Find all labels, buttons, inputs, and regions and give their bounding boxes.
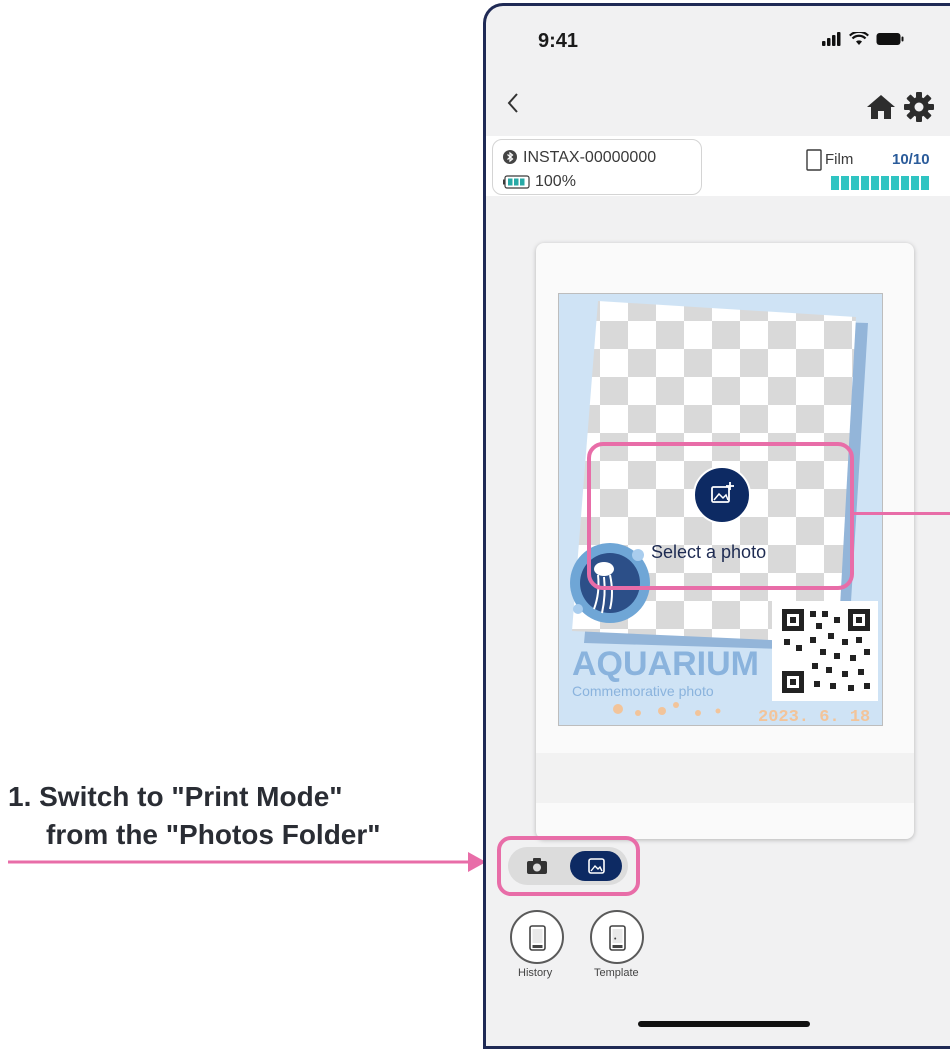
template-label: Template: [594, 967, 639, 979]
film-count: 10/10: [892, 151, 930, 168]
printer-connection-box[interactable]: INSTAX-00000000 100%: [492, 139, 702, 195]
instruction-line-2: from the "Photos Folder": [46, 819, 381, 850]
home-indicator: [638, 1021, 810, 1027]
status-icons: [822, 32, 904, 46]
highlight-connector-line: [854, 512, 950, 515]
film-label: Film: [825, 151, 854, 168]
phone-icon: [529, 925, 546, 951]
film-segment: [841, 176, 849, 190]
wifi-icon: [849, 32, 869, 45]
history-label: History: [518, 967, 553, 979]
bluetooth-icon: [503, 150, 517, 164]
gear-icon[interactable]: [904, 92, 934, 122]
film-segment: [861, 176, 869, 190]
film-remaining-bar: [831, 176, 929, 190]
printer-name: INSTAX-00000000: [523, 149, 657, 166]
history-button[interactable]: [510, 910, 564, 964]
film-segment: [831, 176, 839, 190]
template-button[interactable]: •: [590, 910, 644, 964]
phone-template-icon: •: [609, 925, 626, 951]
film-icon: [806, 149, 822, 171]
battery-icon: [876, 33, 904, 45]
signal-icon: [822, 32, 841, 46]
film-segment: [891, 176, 899, 190]
instruction-line-1: 1. Switch to "Print Mode": [8, 781, 343, 812]
printer-battery-icon: [503, 175, 530, 189]
film-segment: [881, 176, 889, 190]
chevron-left-icon[interactable]: [506, 92, 520, 114]
qr-code: [772, 601, 878, 701]
film-segment: [921, 176, 929, 190]
phone-screen: 9:41 INSTAX-00000000 100% Film 10/10 AQU…: [483, 3, 950, 1049]
select-photo-highlight: [587, 442, 854, 590]
template-date: 2023. 6. 18: [758, 708, 870, 726]
film-segment: [911, 176, 919, 190]
film-segment: [901, 176, 909, 190]
mode-toggle-highlight: [497, 836, 640, 896]
film-segment: [871, 176, 879, 190]
template-title: AQUARIUM: [572, 645, 759, 683]
printer-battery-level: 100%: [535, 173, 576, 190]
home-icon[interactable]: [866, 94, 896, 120]
card-footer-band: [536, 753, 914, 803]
template-subtitle: Commemorative photo: [572, 683, 714, 699]
status-time: 9:41: [538, 30, 579, 52]
film-segment: [851, 176, 859, 190]
instruction-text: 1. Switch to "Print Mode" from the "Phot…: [8, 778, 381, 854]
